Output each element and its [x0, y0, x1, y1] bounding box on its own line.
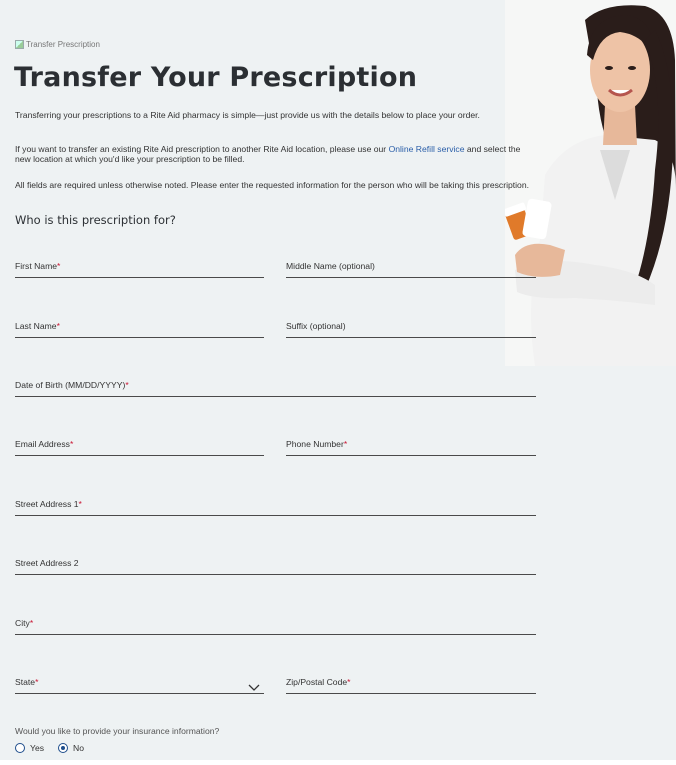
email-label: Email Address* — [15, 439, 74, 449]
intro-text: Transferring your prescriptions to a Rit… — [15, 110, 480, 120]
broken-image-icon — [15, 40, 24, 49]
insurance-no-radio[interactable]: No — [58, 743, 84, 753]
dob-field[interactable]: Date of Birth (MM/DD/YYYY)* — [15, 376, 536, 397]
first-name-field[interactable]: First Name* — [15, 257, 264, 278]
state-select[interactable]: State* — [15, 673, 264, 694]
middle-name-field[interactable]: Middle Name (optional) — [286, 257, 536, 278]
zip-label: Zip/Postal Code* — [286, 677, 351, 687]
insurance-question: Would you like to provide your insurance… — [15, 726, 220, 736]
online-refill-link[interactable]: Online Refill service — [389, 144, 465, 154]
section-title: Who is this prescription for? — [15, 213, 176, 227]
middle-name-label: Middle Name (optional) — [286, 261, 375, 271]
insurance-yes-label: Yes — [30, 743, 45, 753]
radio-unchecked-icon[interactable] — [15, 743, 25, 753]
city-label: City* — [15, 618, 34, 628]
page-title: Transfer Your Prescription — [14, 62, 418, 93]
city-field[interactable]: City* — [15, 614, 536, 635]
refill-note: If you want to transfer an existing Rite… — [15, 144, 535, 164]
suffix-field[interactable]: Suffix (optional) — [286, 317, 536, 338]
street-address-2-label: Street Address 2 — [15, 558, 79, 568]
last-name-field[interactable]: Last Name* — [15, 317, 264, 338]
first-name-label: First Name* — [15, 261, 61, 271]
chevron-down-icon[interactable] — [248, 679, 260, 697]
transfer-form-page: Transfer Prescription Transfer Your Pres… — [0, 0, 676, 760]
hero-broken-image: Transfer Prescription — [15, 40, 100, 49]
phone-label: Phone Number* — [286, 439, 348, 449]
street-address-1-label: Street Address 1* — [15, 499, 82, 509]
radio-checked-icon[interactable] — [58, 743, 69, 753]
suffix-label: Suffix (optional) — [286, 321, 346, 331]
hero-image-alt: Transfer Prescription — [26, 40, 100, 49]
dob-label: Date of Birth (MM/DD/YYYY)* — [15, 380, 129, 390]
zip-field[interactable]: Zip/Postal Code* — [286, 673, 536, 694]
state-label: State* — [15, 677, 39, 687]
insurance-yes-radio[interactable]: Yes — [15, 743, 44, 753]
street-address-2-field[interactable]: Street Address 2 — [15, 554, 536, 575]
refill-note-before: If you want to transfer an existing Rite… — [15, 144, 389, 154]
email-field[interactable]: Email Address* — [15, 435, 264, 456]
insurance-no-label: No — [73, 743, 85, 753]
insurance-radio-group: Yes No — [15, 743, 84, 753]
required-note: All fields are required unless otherwise… — [15, 180, 529, 190]
last-name-label: Last Name* — [15, 321, 60, 331]
street-address-1-field[interactable]: Street Address 1* — [15, 495, 536, 516]
phone-field[interactable]: Phone Number* — [286, 435, 536, 456]
